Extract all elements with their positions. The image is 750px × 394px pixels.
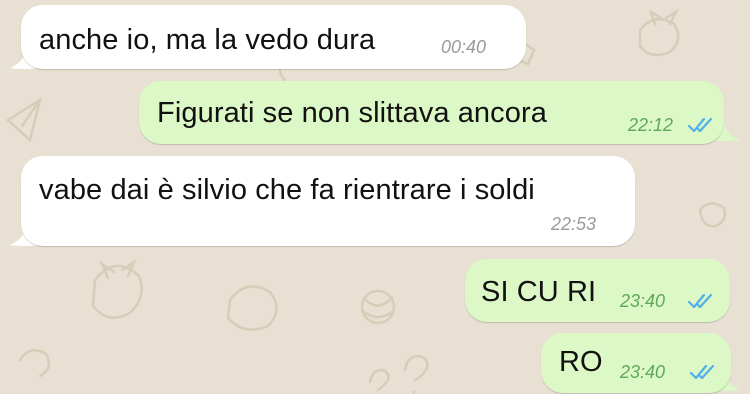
double-check-icon [687,117,713,133]
message-bubble-outgoing[interactable]: RO 23:40 [541,333,731,393]
message-text: SI CU RI [481,276,597,308]
message-text: vabe dai è silvio che fa rientrare i sol… [39,174,535,206]
double-check-icon [687,293,713,309]
message-time: 23:40 [620,291,666,311]
message-time: 00:40 [441,37,487,57]
message-bubble-incoming[interactable]: anche io, ma la vedo dura 00:40 [21,5,526,69]
message-time: 23:40 [620,362,666,382]
message-text: RO [559,346,603,378]
message-time: 22:53 [551,214,597,234]
double-check-icon [689,364,715,380]
message-bubble-outgoing[interactable]: SI CU RI 23:40 [465,259,730,322]
message-time: 22:12 [628,115,674,135]
message-bubble-incoming[interactable]: vabe dai è silvio che fa rientrare i sol… [21,156,635,246]
message-text: anche io, ma la vedo dura [39,24,376,56]
message-bubble-outgoing[interactable]: Figurati se non slittava ancora 22:12 [139,81,724,144]
message-text: Figurati se non slittava ancora [157,97,547,129]
